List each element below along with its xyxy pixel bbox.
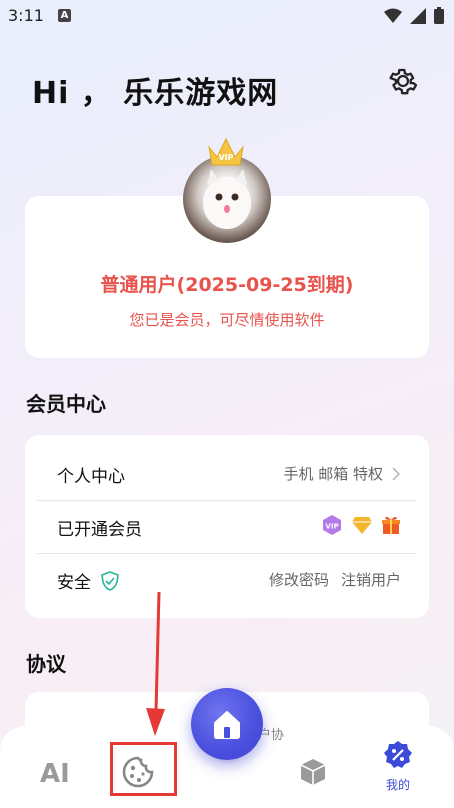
greeting-title: Hi ， 乐乐游戏网 [32,76,279,111]
annotation-arrow [146,591,165,736]
tab-mine-label: 我的 [385,778,410,792]
gift-icon [382,516,400,534]
tab-ai[interactable]: AI [40,759,70,789]
shield-check-icon [101,571,120,591]
row-label: 安全 [57,568,120,593]
delete-account-link[interactable]: 注销用户 [341,569,401,590]
row-label: 已开通会员 [57,520,142,540]
annotation-highlight-box [110,742,177,796]
row-right: 手机 邮箱 特权 [283,463,401,484]
vip-badge-icon: VIP [323,515,341,535]
status-time: 3:11 [8,6,44,25]
percent-badge-icon [384,741,412,768]
row-value: 手机 邮箱 特权 [283,465,383,483]
row-security: 安全 修改密码 注销用户 [37,554,417,606]
section-title-member: 会员中心 [26,392,106,416]
section-title-agreement: 协议 [26,652,66,676]
notification-icon: A [58,9,71,22]
svg-text:VIP: VIP [325,523,338,531]
diamond-icon [352,517,372,534]
member-card: 个人中心 手机 邮箱 特权 已开通会员 VIP 安全 修改密码 注销用户 [25,435,429,618]
crown-vip-label: VIP [218,153,233,162]
chevron-right-icon [392,466,401,481]
row-label: 个人中心 [57,467,125,487]
row-right: VIP [321,514,401,536]
row-label-text: 安全 [57,573,91,593]
home-button[interactable] [191,688,263,760]
tab-mine[interactable]: 我的 [378,740,418,793]
row-personal-center[interactable]: 个人中心 手机 邮箱 特权 [37,448,417,500]
avatar[interactable] [183,155,271,243]
home-icon [214,711,240,739]
box-icon[interactable] [297,756,329,788]
wifi-icon [384,8,402,23]
row-right: 修改密码 注销用户 [269,569,401,590]
battery-icon [434,7,444,24]
status-bar: 3:11 A [0,0,454,32]
crown-icon: VIP [208,137,244,166]
user-level: 普通用户(2025-09-25到期) [100,274,354,296]
change-password-link[interactable]: 修改密码 [269,569,329,590]
cat-photo [203,169,251,229]
status-icons [384,7,444,24]
gear-icon[interactable] [386,64,420,98]
signal-icon [410,7,426,24]
row-membership[interactable]: 已开通会员 VIP [37,501,417,553]
user-status-text: 您已是会员，可尽情使用软件 [129,311,325,329]
